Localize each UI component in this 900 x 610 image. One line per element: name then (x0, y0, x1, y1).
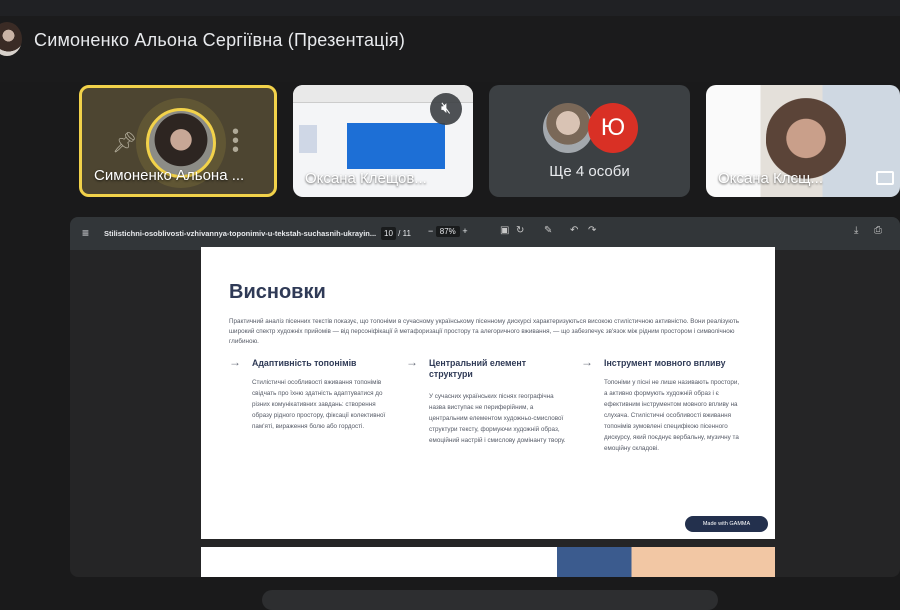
zoom-in-icon[interactable]: + (462, 226, 467, 236)
pdf-viewer: ≡ Stilistichni-osoblivosti-vzhivannya-to… (70, 217, 900, 577)
control-bar-edge (262, 590, 718, 610)
more-options-icon[interactable]: • • • (232, 122, 239, 160)
arrow-right-icon: → (406, 355, 418, 369)
shared-screen-thumbnail (299, 125, 317, 153)
menu-icon[interactable]: ≡ (82, 226, 89, 240)
arrow-right-icon: → (229, 355, 241, 369)
participant-tile-screen[interactable]: 🔇︎ Оксана Клещов... (293, 85, 473, 197)
shared-screen-slide (347, 123, 445, 169)
made-with-badge[interactable]: Made with GAMMA (685, 516, 768, 532)
fit-page-icon[interactable]: ▣ (500, 225, 509, 236)
conclusion-body: Стилістичні особливості вживання топонім… (252, 379, 386, 430)
presenter-avatar (0, 22, 22, 56)
undo-icon[interactable]: ↶ (570, 225, 578, 236)
slide-intro: Практичний аналіз пісенних текстів показ… (229, 318, 740, 345)
download-icon[interactable]: ⤓ (854, 225, 858, 236)
zoom-level[interactable]: 87% (435, 226, 460, 237)
zoom-controls: − 87% + (428, 226, 468, 237)
participant-name: Симоненко Альона ... (94, 167, 245, 184)
conclusion-body: У сучасних українських піснях географічн… (429, 393, 566, 444)
participant-name: Оксана Клєщ... (718, 170, 824, 187)
conclusion-title: Центральний елемент структури (429, 358, 527, 379)
more-participants-label: Ще 4 особи (549, 163, 630, 180)
slide-heading: Висновки (229, 281, 326, 303)
rotate-icon[interactable]: ↻ (516, 225, 524, 236)
participant-name: Оксана Клещов... (305, 170, 427, 187)
slide-page: Висновки Практичний аналіз пісенних текс… (201, 247, 775, 539)
next-slide-preview (201, 547, 775, 577)
participant-avatar-photo (543, 103, 593, 153)
arrow-right-icon: → (581, 355, 593, 369)
annotate-icon[interactable]: ✎ (544, 225, 552, 236)
redo-icon[interactable]: ↷ (588, 225, 596, 236)
participant-tile-presenter[interactable]: 📌︎ • • • Симоненко Альона ... (79, 85, 277, 197)
participant-tile-more[interactable]: Ю Ще 4 особи (489, 85, 690, 197)
page-indicator: 10 / 11 (381, 227, 411, 240)
meeting-header: Симоненко Альона Сергіївна (Презентація) (0, 0, 900, 82)
pdf-toolbar: ≡ Stilistichni-osoblivosti-vzhivannya-to… (70, 217, 900, 250)
conclusion-title: Адаптивність топонімів (252, 358, 357, 368)
conclusion-title: Інструмент мовного впливу (604, 358, 726, 368)
header-strip (0, 0, 900, 16)
page-total: / 11 (398, 229, 411, 238)
zoom-out-icon[interactable]: − (428, 226, 433, 236)
print-icon[interactable]: ⎙ (874, 225, 882, 236)
muted-mic-icon: 🔇︎ (430, 93, 462, 125)
page-number-input[interactable]: 10 (381, 227, 396, 240)
participant-tile-camera[interactable]: Оксана Клєщ... (706, 85, 900, 197)
pin-icon[interactable]: 📌︎ (112, 130, 137, 155)
pdf-file-name: Stilistichni-osoblivosti-vzhivannya-topo… (104, 229, 377, 238)
participant-avatar-letter: Ю (588, 103, 638, 153)
presentation-title: Симоненко Альона Сергіївна (Презентація) (34, 30, 406, 50)
picture-in-picture-icon[interactable] (876, 171, 894, 185)
conclusion-body: Топоніми у пісні не лише називають прост… (604, 379, 740, 452)
